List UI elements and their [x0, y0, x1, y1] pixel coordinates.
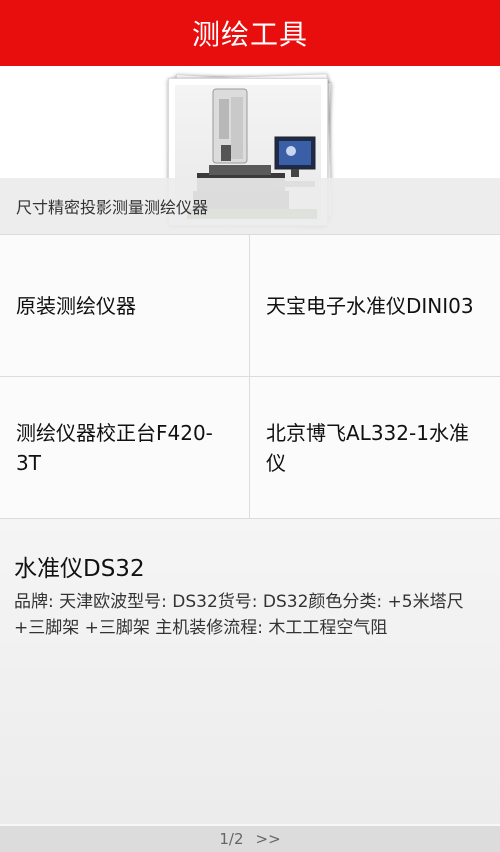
featured-banner[interactable]: 尺寸精密投影测量测绘仪器: [0, 66, 500, 234]
product-description: 品牌: 天津欧波型号: DS32货号: DS32颜色分类: +5米塔尺+三脚架 …: [14, 592, 464, 638]
grid-item[interactable]: 测绘仪器校正台F420-3T: [0, 377, 250, 519]
product-grid: 原装测绘仪器 天宝电子水准仪DINI03 测绘仪器校正台F420-3T 北京博飞…: [0, 234, 500, 519]
product-title: 水准仪DS32: [14, 556, 145, 582]
page-indicator: 1/2: [219, 830, 244, 848]
grid-item[interactable]: 天宝电子水准仪DINI03: [250, 235, 500, 377]
next-page-link[interactable]: >>: [256, 830, 281, 848]
grid-item[interactable]: 北京博飞AL332-1水准仪: [250, 377, 500, 519]
grid-item-label: 北京博飞AL332-1水准仪: [266, 420, 469, 475]
page-title: 测绘工具: [191, 18, 308, 51]
header-bar: 测绘工具: [0, 0, 500, 66]
grid-item[interactable]: 原装测绘仪器: [0, 235, 250, 377]
product-detail-card[interactable]: 水准仪DS32 品牌: 天津欧波型号: DS32货号: DS32颜色分类: +5…: [0, 518, 500, 824]
grid-item-label: 原装测绘仪器: [16, 293, 136, 318]
grid-item-label: 天宝电子水准仪DINI03: [266, 293, 474, 318]
banner-caption[interactable]: 尺寸精密投影测量测绘仪器: [16, 194, 208, 218]
grid-item-label: 测绘仪器校正台F420-3T: [16, 420, 213, 475]
pagination: 1/2 >>: [0, 826, 500, 852]
